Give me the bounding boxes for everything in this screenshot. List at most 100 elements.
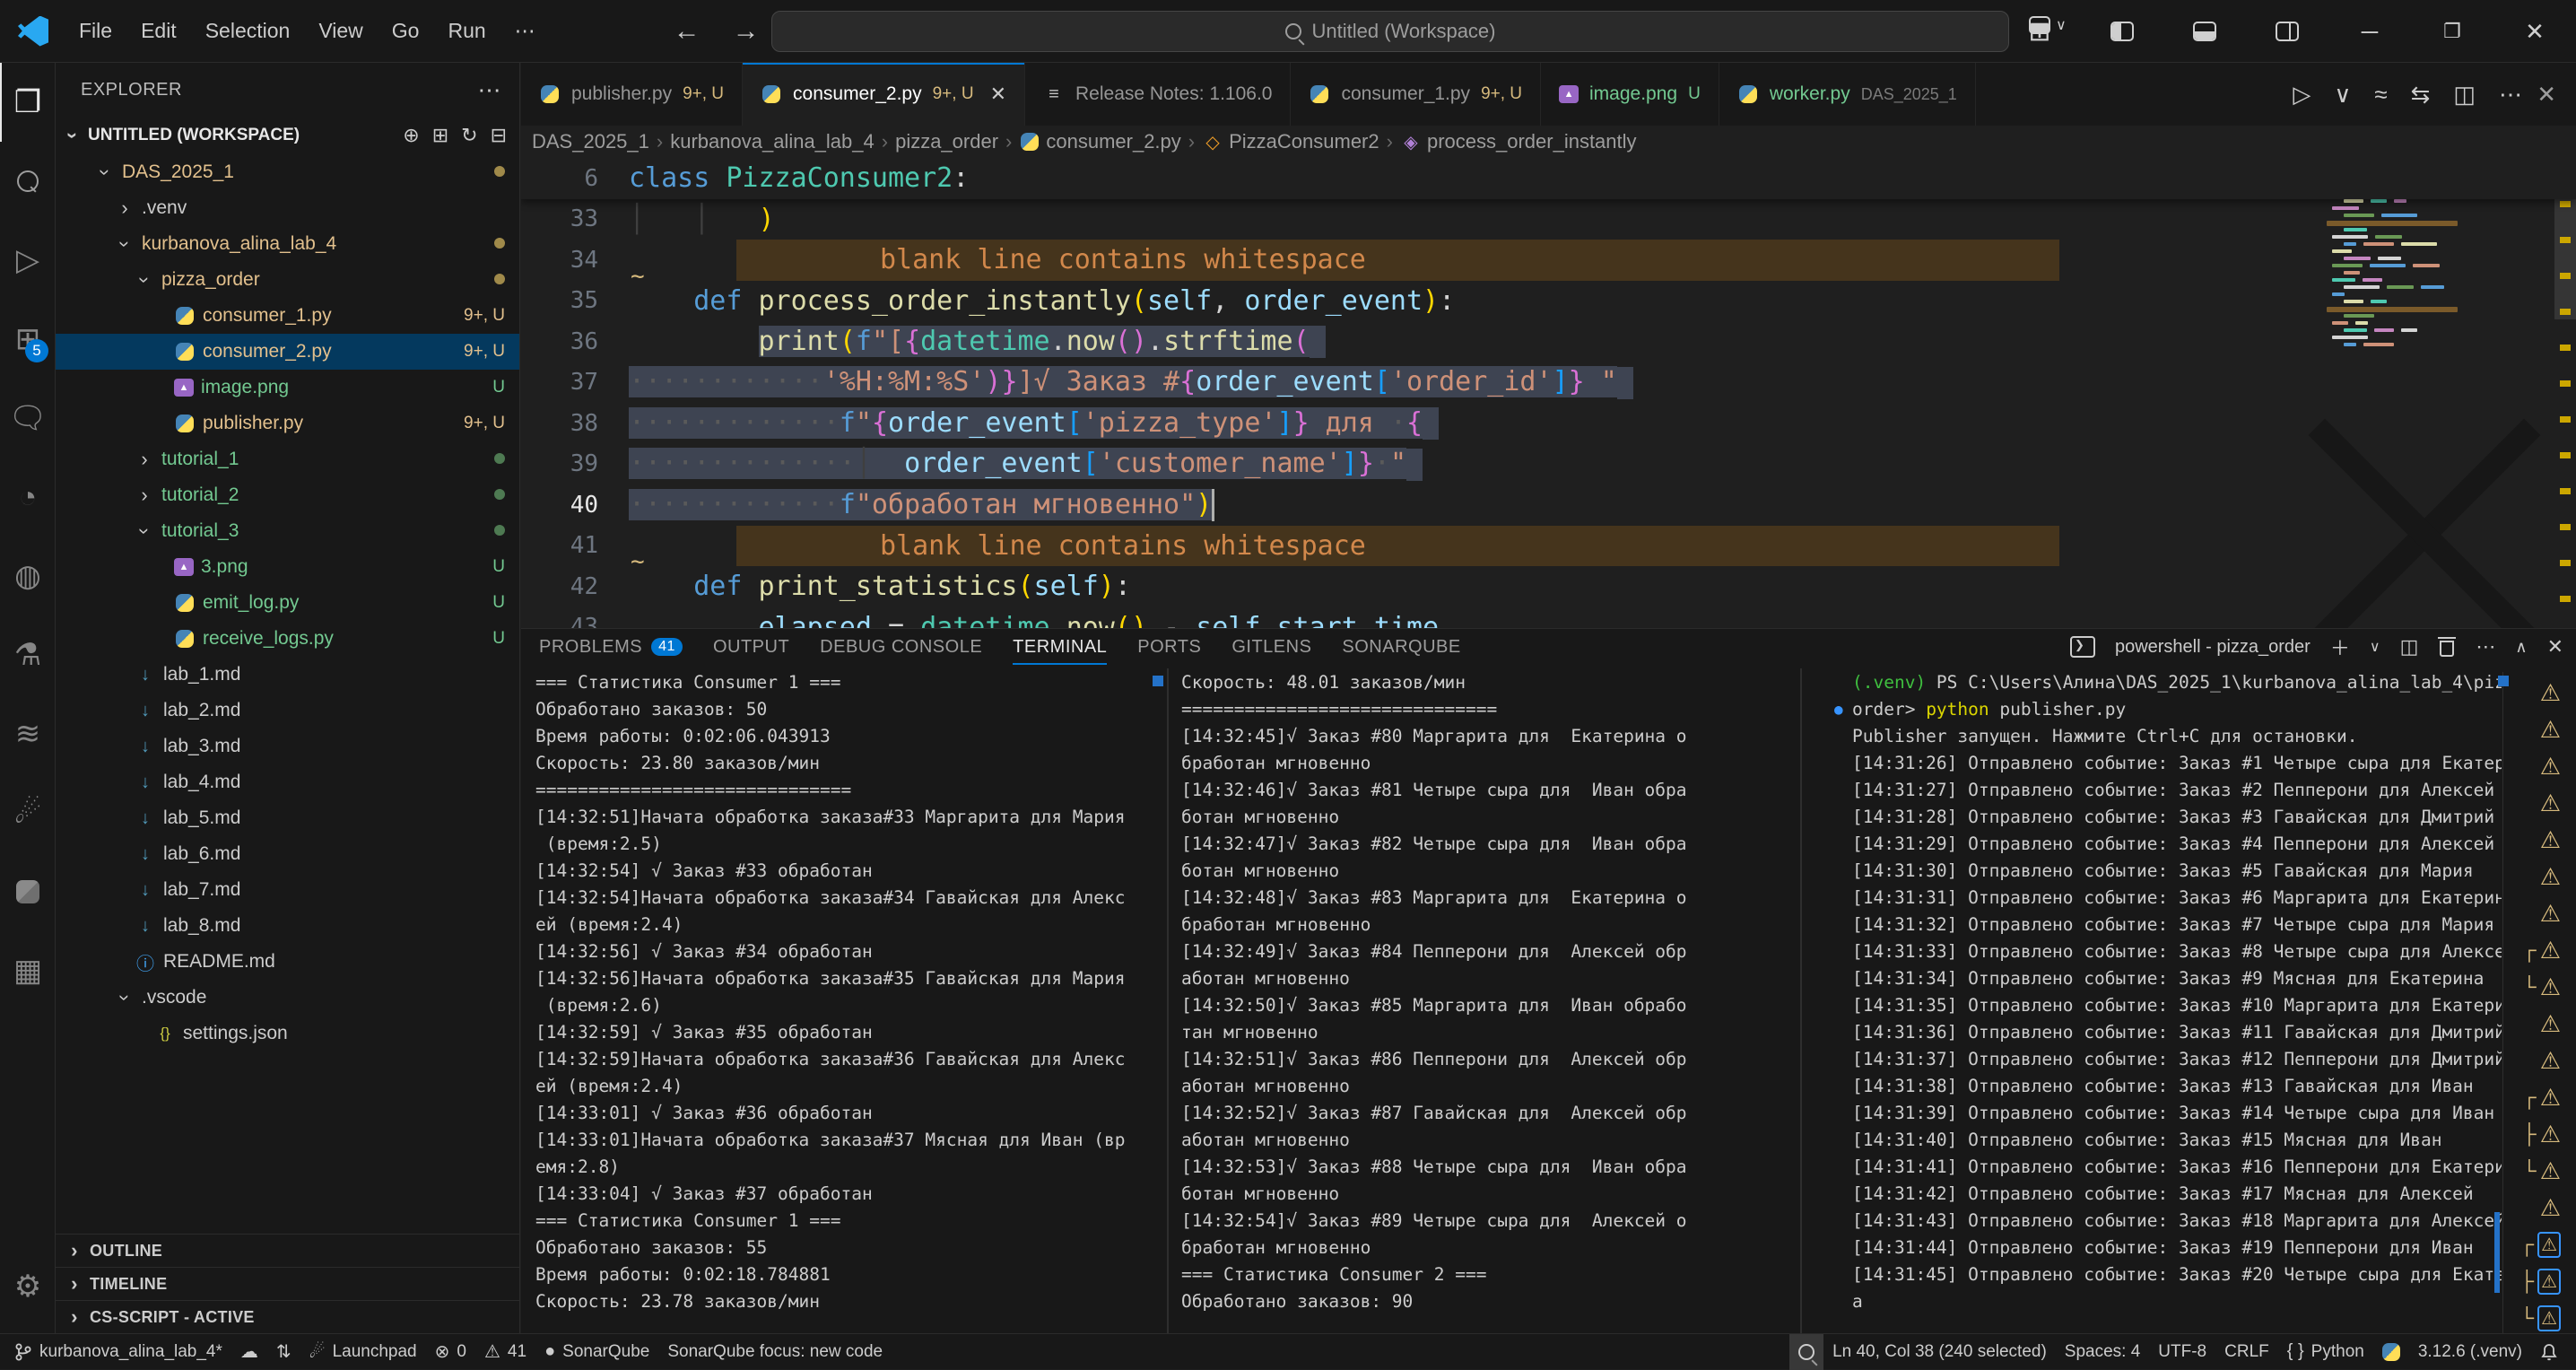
tree-item-consumer_2.py[interactable]: consumer_2.py9+, U [56, 334, 519, 370]
tab-consumer_2.py[interactable]: consumer_2.py9+, U✕ [743, 63, 1025, 126]
restore-button[interactable]: ❐ [2411, 0, 2493, 63]
terminal-consumer-1[interactable]: === Статистика Consumer 1 ===Обработано … [535, 672, 1158, 1333]
terminal-divider[interactable] [1167, 668, 1169, 1333]
status-kurbanova-alina-lab-4-[interactable]: kurbanova_alina_lab_4* [5, 1334, 231, 1370]
tree-item-tutorial_3[interactable]: ›tutorial_3 [56, 513, 519, 549]
new-terminal-button[interactable]: ＋ [2330, 633, 2350, 661]
status-zoom-out[interactable] [1789, 1334, 1823, 1370]
activity-testing-icon[interactable]: ⚗ [0, 615, 56, 694]
terminal-warning-indicator[interactable]: ⚠ [2503, 1191, 2568, 1225]
toggle-sidebar-icon[interactable] [2081, 0, 2163, 63]
panel-tab-debug-console[interactable]: DEBUG CONSOLE [820, 629, 982, 665]
forward-arrow-icon[interactable]: → [717, 16, 776, 47]
menu-run[interactable]: Run [433, 12, 500, 50]
terminal-warning-indicator[interactable]: ⚠ [2503, 896, 2568, 930]
terminal-warning-indicator[interactable]: ┌⚠ [2503, 933, 2568, 967]
tab-release-notes--1.106.0[interactable]: ≡Release Notes: 1.106.0 [1025, 63, 1291, 126]
breadcrumb-item[interactable]: pizza_order [895, 130, 998, 153]
activity-python-icon[interactable] [0, 852, 56, 931]
status-crlf[interactable]: CRLF [2215, 1334, 2278, 1370]
status-0[interactable]: ⊗0 [426, 1334, 475, 1370]
tree-item-settings.json[interactable]: {}settings.json [56, 1016, 519, 1051]
tree-item-consumer_1.py[interactable]: consumer_1.py9+, U [56, 298, 519, 334]
tree-item-lab_6.md[interactable]: ↓lab_6.md [56, 836, 519, 872]
activity-settings-icon[interactable]: ⚙ [0, 1247, 56, 1326]
refresh-icon[interactable]: ↻ [461, 124, 477, 147]
workspace-section-header[interactable]: › UNTITLED (WORKSPACE) ⊕⊞↻⊟ [56, 117, 519, 154]
terminal-consumer-2[interactable]: Скорость: 48.01 заказов/мин=============… [1181, 672, 1791, 1333]
panel-tab-terminal[interactable]: TERMINAL [1013, 629, 1107, 665]
run-dropdown[interactable]: ∨ [2334, 81, 2351, 109]
activity-rocket-icon[interactable]: ☄ [0, 773, 56, 852]
code-editor[interactable]: 6class PizzaConsumer2:33│ │ )34blank lin… [521, 158, 2576, 628]
status-41[interactable]: ⚠41 [475, 1334, 535, 1370]
terminal-warning-indicator[interactable]: ⚠ [2503, 1007, 2568, 1041]
tree-item-publisher.py[interactable]: publisher.py9+, U [56, 406, 519, 441]
terminal-scrollbar-thumb[interactable] [2494, 1212, 2500, 1293]
section-cs-script-active[interactable]: ›CS-SCRIPT - ACTIVE [56, 1300, 519, 1333]
new-folder-icon[interactable]: ⊞ [432, 124, 448, 147]
customize-layout-icon[interactable]: ⊞ [1998, 0, 2081, 63]
tree-item-tutorial_1[interactable]: ›tutorial_1 [56, 441, 519, 477]
status-python-env[interactable] [2373, 1334, 2409, 1370]
tab-close-icon[interactable]: ✕ [990, 83, 1006, 106]
menu-selection[interactable]: Selection [191, 12, 305, 50]
tree-item-lab_2.md[interactable]: ↓lab_2.md [56, 693, 519, 729]
terminal-warning-indicator[interactable]: └⚠ [2503, 1301, 2568, 1335]
status-utf-8[interactable]: UTF-8 [2149, 1334, 2215, 1370]
tree-item-lab_4.md[interactable]: ↓lab_4.md [56, 764, 519, 800]
panel-tab-gitlens[interactable]: GITLENS [1231, 629, 1311, 665]
back-arrow-icon[interactable]: ← [657, 16, 717, 47]
tab-consumer_1.py[interactable]: consumer_1.py9+, U [1291, 63, 1541, 126]
activity-remote-waves-icon[interactable]: ≋ [0, 694, 56, 773]
menu-[interactable]: ⋯ [500, 12, 550, 50]
menu-go[interactable]: Go [378, 12, 434, 50]
tree-item-lab_1.md[interactable]: ↓lab_1.md [56, 657, 519, 693]
tree-item-das_2025_1[interactable]: ›DAS_2025_1 [56, 154, 519, 190]
menu-file[interactable]: File [65, 12, 126, 50]
status-ln-40-col-38-240-selected-[interactable]: Ln 40, Col 38 (240 selected) [1823, 1334, 2056, 1370]
terminal-publisher[interactable]: (.venv) PS C:\Users\Алина\DAS_2025_1\kur… [1832, 672, 2502, 1333]
activity-gitlens-icon[interactable]: ◔ [0, 458, 56, 537]
terminal-divider[interactable] [1800, 668, 1802, 1333]
minimize-button[interactable]: ─ [2328, 0, 2411, 63]
breadcrumb-item[interactable]: ◇PizzaConsumer2 [1202, 130, 1379, 153]
activity-docker-icon[interactable]: ▦ [0, 931, 56, 1010]
tree-item-lab_8.md[interactable]: ↓lab_8.md [56, 908, 519, 944]
status-cloud-upload[interactable]: ☁ [231, 1334, 267, 1370]
terminal-warning-indicator[interactable]: ⚠ [2503, 676, 2568, 710]
terminal-dropdown-icon[interactable]: ∨ [2370, 638, 2380, 656]
breadcrumb-item[interactable]: ◈process_order_instantly [1400, 130, 1637, 153]
editor-close-icon[interactable]: ✕ [2537, 81, 2556, 109]
status-bell[interactable] [2531, 1334, 2567, 1370]
activity-extensions-icon[interactable]: ⊞5 [0, 300, 56, 379]
tree-item-kurbanova_alina_lab_4[interactable]: ›kurbanova_alina_lab_4 [56, 226, 519, 262]
panel-tab-ports[interactable]: PORTS [1137, 629, 1201, 665]
panel-tab-sonarqube[interactable]: SONARQUBE [1342, 629, 1460, 665]
more-actions[interactable]: ⋯ [2499, 81, 2522, 109]
tree-item-tutorial_2[interactable]: ›tutorial_2 [56, 477, 519, 513]
terminal-warning-indicator[interactable]: ⚠ [2503, 823, 2568, 857]
collapse-all-icon[interactable]: ⊟ [491, 124, 507, 147]
breadcrumb[interactable]: DAS_2025_1›kurbanova_alina_lab_4›pizza_o… [521, 126, 2576, 158]
terminal-warning-indicator[interactable]: ┌⚠ [2503, 1080, 2568, 1114]
terminal-warning-indicator[interactable]: ├⚠ [2503, 1264, 2568, 1298]
tree-item-.venv[interactable]: ›.venv [56, 190, 519, 226]
activity-search-icon[interactable] [0, 142, 56, 221]
terminal-warning-indicator[interactable]: ┌⚠ [2503, 1227, 2568, 1261]
toggle-panel-icon[interactable] [2163, 0, 2246, 63]
tree-item-lab_3.md[interactable]: ↓lab_3.md [56, 729, 519, 764]
explorer-more-actions-icon[interactable]: ⋯ [478, 76, 502, 104]
panel-tab-output[interactable]: OUTPUT [713, 629, 789, 665]
activity-explorer-icon[interactable]: ❐ [0, 63, 56, 142]
run-below-icon[interactable]: ≈ [2374, 81, 2387, 109]
activity-sonarqube-icon[interactable]: ◍ [0, 537, 56, 615]
close-button[interactable]: ✕ [2493, 0, 2576, 63]
tab-image.png[interactable]: ▲image.pngU [1541, 63, 1719, 126]
tree-item-3.png[interactable]: ▲3.pngU [56, 549, 519, 585]
breadcrumb-item[interactable]: kurbanova_alina_lab_4 [670, 130, 875, 153]
tree-item-image.png[interactable]: ▲image.pngU [56, 370, 519, 406]
status-sonarqube-focus-new-code[interactable]: SonarQube focus: new code [658, 1334, 892, 1370]
tab-publisher.py[interactable]: publisher.py9+, U [521, 63, 743, 126]
tree-item-lab_5.md[interactable]: ↓lab_5.md [56, 800, 519, 836]
